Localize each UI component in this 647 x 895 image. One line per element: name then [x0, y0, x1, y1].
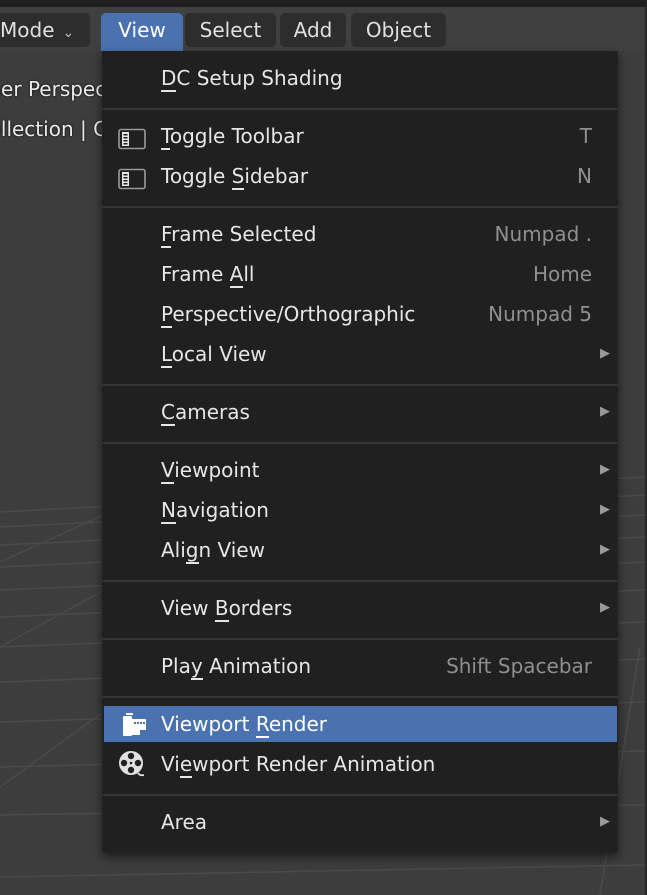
menu-separator — [102, 580, 618, 582]
menu-item-shortcut: Numpad 5 — [488, 302, 592, 326]
menu-item-label: Navigation — [161, 498, 269, 524]
menu-item-frame-all[interactable]: Frame All Home — [102, 256, 618, 292]
menu-separator — [102, 794, 618, 796]
menu-item-local-view[interactable]: Local View ▶ — [102, 336, 618, 372]
menu-item-shortcut: Numpad . — [494, 222, 592, 246]
menu-item-shortcut: Home — [532, 262, 592, 286]
menu-separator — [102, 108, 618, 110]
menu-item-shortcut: Shift Spacebar — [446, 654, 592, 678]
menu-view-label: View — [118, 18, 166, 42]
menu-object[interactable]: Object — [351, 13, 446, 47]
menu-item-align-view[interactable]: Align View ▶ — [102, 532, 618, 568]
submenu-arrow-icon: ▶ — [600, 346, 610, 361]
render-still-icon — [120, 713, 148, 736]
menu-object-label: Object — [365, 18, 432, 42]
menu-item-label: DC Setup Shading — [161, 66, 343, 92]
menu-item-toggle-toolbar[interactable]: Toggle Toolbar T — [102, 118, 618, 154]
menu-item-label: Cameras — [161, 400, 250, 426]
menu-item-navigation[interactable]: Navigation ▶ — [102, 492, 618, 528]
menu-item-perspective-orthographic[interactable]: Perspective/Orthographic Numpad 5 — [102, 296, 618, 332]
menu-item-viewport-render-animation[interactable]: Viewport Render Animation — [102, 746, 618, 782]
menu-item-label: Viewpoint — [161, 458, 260, 484]
window-top-border — [0, 0, 647, 7]
menu-view[interactable]: View — [101, 13, 183, 51]
menu-item-label: Toggle Sidebar — [161, 164, 309, 190]
render-animation-icon — [118, 751, 146, 777]
menu-item-label: View Borders — [161, 596, 293, 622]
menu-separator — [102, 638, 618, 640]
menu-separator — [102, 442, 618, 444]
menu-select[interactable]: Select — [185, 13, 276, 47]
sidebar-panel-icon — [118, 165, 146, 190]
menu-item-label: Viewport Render Animation — [161, 752, 436, 778]
menu-item-viewpoint[interactable]: Viewpoint ▶ — [102, 452, 618, 488]
menu-item-viewport-render[interactable]: Viewport Render — [104, 706, 617, 742]
submenu-arrow-icon: ▶ — [600, 814, 610, 829]
menu-item-view-borders[interactable]: View Borders ▶ — [102, 590, 618, 626]
menu-item-dc-setup-shading[interactable]: DC Setup Shading — [102, 60, 618, 96]
menu-item-shortcut: T — [579, 124, 592, 148]
menu-select-label: Select — [199, 18, 262, 42]
submenu-arrow-icon: ▶ — [600, 600, 610, 615]
mode-label: Mode — [0, 18, 55, 42]
toolbar-panel-icon — [118, 125, 146, 150]
menu-item-cameras[interactable]: Cameras ▶ — [102, 394, 618, 430]
submenu-arrow-icon: ▶ — [600, 404, 610, 419]
menu-separator — [102, 696, 618, 698]
menu-item-area[interactable]: Area ▶ — [102, 804, 618, 840]
menu-item-label: Frame Selected — [161, 222, 317, 248]
submenu-arrow-icon: ▶ — [600, 542, 610, 557]
menu-item-label: Local View — [161, 342, 267, 368]
menu-item-shortcut: N — [577, 164, 592, 188]
menu-separator — [102, 384, 618, 386]
menu-item-label: Perspective/Orthographic — [161, 302, 416, 328]
submenu-arrow-icon: ▶ — [600, 462, 610, 477]
menu-item-label: Align View — [161, 538, 265, 564]
menu-item-toggle-sidebar[interactable]: Toggle Sidebar N — [102, 158, 618, 194]
menu-separator — [102, 206, 618, 208]
menu-item-play-animation[interactable]: Play Animation Shift Spacebar — [102, 648, 618, 684]
menu-add[interactable]: Add — [280, 13, 346, 47]
view-menu: DC Setup Shading Toggle Toolbar T Toggle Si… — [102, 51, 618, 853]
mode-dropdown[interactable]: Mode ⌄ — [0, 13, 90, 47]
chevron-down-icon: ⌄ — [62, 25, 75, 41]
menu-add-label: Add — [293, 18, 333, 42]
submenu-arrow-icon: ▶ — [600, 502, 610, 517]
menu-item-label: Play Animation — [161, 654, 312, 680]
menu-item-label: Viewport Render — [161, 712, 328, 738]
menu-item-frame-selected[interactable]: Frame Selected Numpad . — [102, 216, 618, 252]
menu-item-label: Frame All — [161, 262, 255, 288]
menu-item-label: Area — [161, 810, 208, 834]
menu-item-label: Toggle Toolbar — [161, 124, 304, 150]
